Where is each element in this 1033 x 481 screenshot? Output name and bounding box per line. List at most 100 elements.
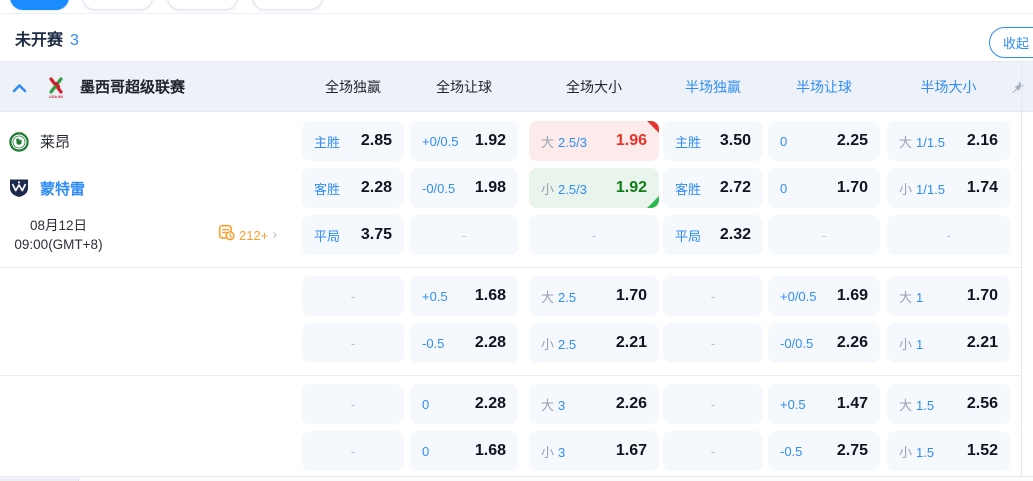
odds-cell-empty: - [663,384,763,424]
over-under-side: 小 [541,336,555,352]
odds-line: +0/0.5 [780,288,817,304]
odds-row: -0 1.68 小 3 1.67- -0.5 2.75 小 1.5 1.52 [0,431,1022,471]
odds-value: 2.56 [966,395,998,412]
odds-line: 平局 [314,228,341,244]
odds-value: 3.75 [360,226,392,243]
odds-label: 小 2.5 [541,334,576,353]
empty-dash: - [710,443,716,459]
odds-sheet-icon [218,224,235,246]
league-logo: LIGA MX [44,75,68,99]
over-under-side: 大 [899,134,913,150]
odds-label: -0.5 [780,444,802,459]
odds-line: 客胜 [314,181,341,197]
column-header-ft-overunder: 全场大小 [566,79,622,95]
column-header-ht-overunder: 半场大小 [920,79,977,95]
match-date: 08月12日 [29,218,88,233]
odds-cell[interactable]: 大 1/1.5 2.16 [887,121,1010,161]
team: 蒙特雷 [8,168,85,208]
odds-label: 小 2.5/3 [541,179,587,198]
odds-panel: 未开赛 3 收起 LIGA MX 墨西哥超级联赛 全场独赢 全场让球 全场大小 半… [0,0,1033,481]
odds-line: 1 [916,336,924,352]
empty-dash: - [710,288,716,304]
odds-value: 2.72 [719,179,751,196]
odds-value: 1.69 [836,287,868,304]
collapse-button[interactable]: 收起 [989,27,1033,58]
odds-cell[interactable]: 大 3 2.26 [529,384,659,424]
column-header-ft-1x2: 全场独赢 [325,79,381,95]
odds-cell[interactable]: 客胜 2.72 [663,168,763,208]
over-under-side: 大 [899,397,913,413]
odds-cell[interactable]: 小 1 2.21 [887,323,1010,363]
odds-cell[interactable]: 小 3 1.67 [529,431,659,471]
odds-value: 1.68 [474,442,506,459]
odds-line: +0.5 [422,288,448,304]
horizontal-scrollbar[interactable] [0,476,1033,481]
pin-icon[interactable] [1010,80,1025,95]
odds-cell[interactable]: 0 1.68 [410,431,518,471]
odds-cell[interactable]: 小 1/1.5 1.74 [887,168,1010,208]
odds-value: 2.32 [719,226,751,243]
odds-cell[interactable]: 客胜 2.28 [302,168,404,208]
collapse-label: 收起 [1003,36,1030,51]
odds-cell[interactable]: 小 2.5 2.21 [529,323,659,363]
odds-value: 1.47 [836,395,868,412]
odds-cell[interactable]: 主胜 2.85 [302,121,404,161]
odds-cell[interactable]: 大 2.5 1.70 [529,276,659,316]
vertical-divider [1021,61,1022,476]
odds-label: 主胜 [675,132,701,151]
filter-pill-active[interactable] [10,0,69,10]
odds-cell[interactable]: 大 1 1.70 [887,276,1010,316]
over-under-side: 大 [541,397,555,413]
odds-line: -0.5 [780,443,803,459]
match-time: 09:00(GMT+8) [14,237,103,252]
odds-cell-empty: - [768,215,880,255]
odds-value: 1.98 [474,179,506,196]
odds-line: 客胜 [675,181,702,197]
odds-cell[interactable]: 小 2.5/3 1.92 [529,168,659,208]
odds-row: 08月12日 09:00(GMT+8) 212+ › 平局 3.75 - - 平局 2.32 - - [0,215,1022,255]
odds-cell[interactable]: 大 2.5/3 1.96 [529,121,659,161]
odds-cell[interactable]: 0 1.70 [768,168,880,208]
odds-cell[interactable]: +0.5 1.47 [768,384,880,424]
odds-cell[interactable]: 主胜 3.50 [663,121,763,161]
odds-label: 主胜 [314,132,340,151]
odds-cell-empty: - [663,276,763,316]
odds-cell[interactable]: 大 1.5 2.56 [887,384,1010,424]
team: 莱昂 [8,121,70,161]
over-under-side: 大 [541,134,555,150]
odds-label: 大 1.5 [899,395,934,414]
empty-dash: - [350,396,356,412]
filter-pill[interactable] [252,0,323,10]
odds-cell[interactable]: 平局 2.32 [663,215,763,255]
odds-cell[interactable]: +0/0.5 1.92 [410,121,518,161]
filter-pill[interactable] [167,0,238,10]
odds-line: 1/1.5 [916,181,945,197]
odds-cell[interactable]: -0/0.5 1.98 [410,168,518,208]
odds-label: -0/0.5 [780,336,813,351]
chevron-up-icon[interactable] [12,81,27,93]
over-under-side: 小 [899,336,913,352]
odds-label: 大 1/1.5 [899,132,945,151]
odds-label: 客胜 [675,179,701,198]
odds-cell[interactable]: -0.5 2.28 [410,323,518,363]
odds-cell[interactable]: 平局 3.75 [302,215,404,255]
filter-pill[interactable] [82,0,153,10]
odds-value: 2.21 [966,334,998,351]
odds-cell[interactable]: +0/0.5 1.69 [768,276,880,316]
empty-dash: - [710,396,716,412]
column-header-ft-handicap: 全场让球 [436,79,492,95]
over-under-side: 小 [541,181,555,197]
odds-group: - +0.5 1.68 大 2.5 1.70- +0/0.5 1.69 大 1 1.70- -0.5 2… [0,268,1022,376]
more-markets-link[interactable]: 212+ › [218,224,278,246]
column-header-ht-handicap: 半场让球 [796,79,852,95]
odds-cell[interactable]: 小 1.5 1.52 [887,431,1010,471]
odds-cell[interactable]: -0/0.5 2.26 [768,323,880,363]
odds-cell[interactable]: -0.5 2.75 [768,431,880,471]
odds-cell[interactable]: +0.5 1.68 [410,276,518,316]
odds-value: 1.92 [615,179,647,196]
odds-line: 1.5 [916,444,935,460]
chevron-right-icon: › [272,226,278,243]
odds-label: 小1 [899,334,923,353]
odds-cell[interactable]: 0 2.28 [410,384,518,424]
odds-cell[interactable]: 0 2.25 [768,121,880,161]
